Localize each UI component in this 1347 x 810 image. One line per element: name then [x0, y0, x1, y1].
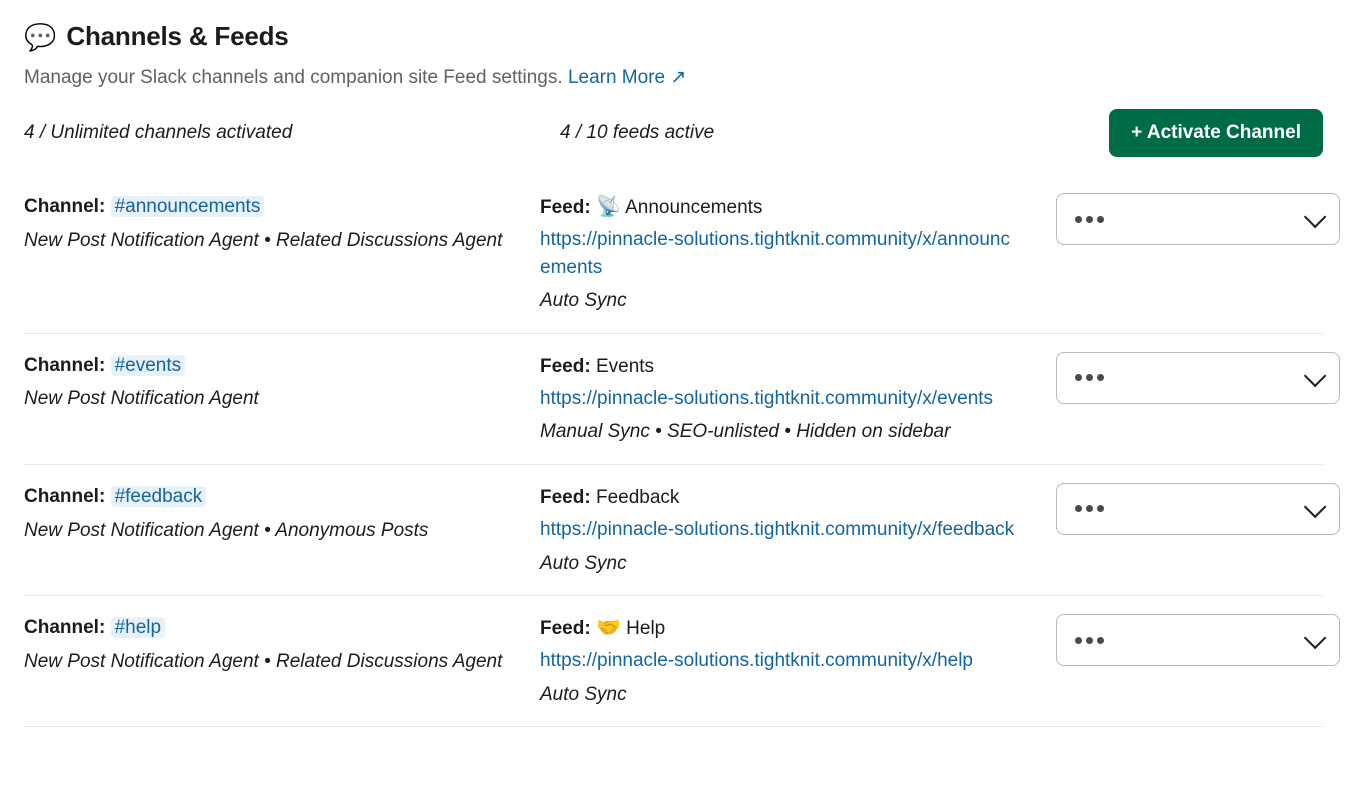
page-subtitle: Manage your Slack channels and companion…	[24, 64, 1323, 92]
row-actions-dropdown[interactable]	[1056, 614, 1340, 666]
channels-stat: 4 / Unlimited channels activated	[24, 119, 544, 147]
channel-row: Channel: #feedback New Post Notification…	[24, 465, 1323, 596]
ellipsis-icon	[1075, 505, 1104, 512]
feed-name: Feedback	[596, 487, 679, 508]
channel-link[interactable]: #help	[111, 617, 166, 638]
channel-link[interactable]: #events	[111, 355, 186, 376]
chevron-down-icon	[1304, 206, 1327, 229]
row-actions-dropdown[interactable]	[1056, 352, 1340, 404]
learn-more-link[interactable]: Learn More ↗	[568, 67, 686, 88]
feed-label: Feed:	[540, 487, 591, 508]
feed-name: Events	[596, 356, 654, 377]
feed-url-link[interactable]: https://pinnacle-solutions.tightknit.com…	[540, 647, 1020, 675]
feed-label: Feed:	[540, 618, 591, 639]
channel-row: Channel: #help New Post Notification Age…	[24, 596, 1323, 727]
channel-cell: Channel: #announcements New Post Notific…	[24, 193, 524, 254]
ellipsis-icon	[1075, 374, 1104, 381]
channel-label: Channel:	[24, 486, 105, 507]
page-header: 💬 Channels & Feeds	[24, 18, 1323, 56]
feed-emoji-icon: 📡	[596, 196, 621, 218]
ellipsis-icon	[1075, 216, 1104, 223]
chevron-down-icon	[1304, 496, 1327, 519]
channel-meta: New Post Notification Agent • Anonymous …	[24, 517, 524, 545]
channel-cell: Channel: #feedback New Post Notification…	[24, 483, 524, 544]
feed-url-link[interactable]: https://pinnacle-solutions.tightknit.com…	[540, 226, 1020, 281]
channel-link[interactable]: #announcements	[111, 196, 265, 217]
feed-sync-meta: Auto Sync	[540, 681, 1040, 709]
speech-bubble-icon: 💬	[24, 24, 56, 50]
feed-cell: Feed: 📡 Announcements https://pinnacle-s…	[540, 193, 1040, 315]
feed-name: Announcements	[625, 197, 762, 218]
feed-label: Feed:	[540, 356, 591, 377]
channel-link[interactable]: #feedback	[111, 486, 207, 507]
row-actions-dropdown[interactable]	[1056, 483, 1340, 535]
feed-label: Feed:	[540, 197, 591, 218]
channel-label: Channel:	[24, 355, 105, 376]
feed-sync-meta: Auto Sync	[540, 287, 1040, 315]
feeds-stat: 4 / 10 feeds active	[560, 119, 1093, 147]
feed-cell: Feed: Feedback https://pinnacle-solution…	[540, 483, 1040, 577]
ellipsis-icon	[1075, 637, 1104, 644]
actions-cell	[1056, 352, 1340, 404]
subtitle-text: Manage your Slack channels and companion…	[24, 67, 563, 88]
actions-cell	[1056, 614, 1340, 666]
feed-url-link[interactable]: https://pinnacle-solutions.tightknit.com…	[540, 385, 1020, 413]
feed-sync-meta: Manual Sync • SEO-unlisted • Hidden on s…	[540, 418, 1040, 446]
channels-list: Channel: #announcements New Post Notific…	[24, 175, 1323, 727]
channel-meta: New Post Notification Agent • Related Di…	[24, 227, 524, 255]
feed-cell: Feed: 🤝 Help https://pinnacle-solutions.…	[540, 614, 1040, 708]
activate-channel-button[interactable]: + Activate Channel	[1109, 109, 1323, 157]
actions-cell	[1056, 193, 1340, 245]
chevron-down-icon	[1304, 364, 1327, 387]
row-actions-dropdown[interactable]	[1056, 193, 1340, 245]
feed-name: Help	[626, 618, 665, 639]
actions-cell	[1056, 483, 1340, 535]
channel-label: Channel:	[24, 617, 105, 638]
channel-cell: Channel: #events New Post Notification A…	[24, 352, 524, 413]
channel-row: Channel: #announcements New Post Notific…	[24, 175, 1323, 334]
channel-meta: New Post Notification Agent	[24, 385, 524, 413]
feed-url-link[interactable]: https://pinnacle-solutions.tightknit.com…	[540, 516, 1020, 544]
channel-row: Channel: #events New Post Notification A…	[24, 334, 1323, 465]
channel-label: Channel:	[24, 196, 105, 217]
page-title: Channels & Feeds	[66, 18, 288, 56]
feed-emoji-icon: 🤝	[596, 617, 621, 639]
feed-sync-meta: Auto Sync	[540, 550, 1040, 578]
chevron-down-icon	[1304, 627, 1327, 650]
channel-cell: Channel: #help New Post Notification Age…	[24, 614, 524, 675]
channel-meta: New Post Notification Agent • Related Di…	[24, 648, 524, 676]
feed-cell: Feed: Events https://pinnacle-solutions.…	[540, 352, 1040, 446]
